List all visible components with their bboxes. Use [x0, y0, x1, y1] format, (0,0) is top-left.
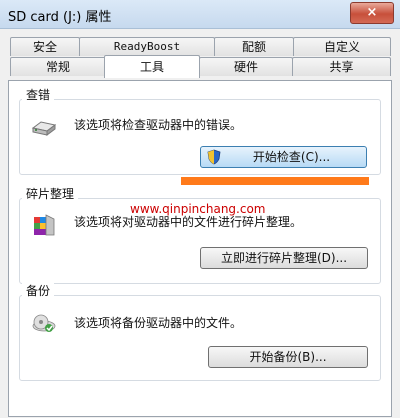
backup-description: 该选项将备份驱动器中的文件。: [74, 316, 243, 330]
watermark-text: www.qinpinchang.com: [130, 202, 266, 216]
group-title-backup: 备份: [22, 282, 55, 299]
close-button[interactable]: ×: [350, 2, 394, 24]
group-title-defragmentation: 碎片整理: [22, 185, 79, 202]
tab-quota[interactable]: 配额: [214, 37, 294, 56]
tab-security[interactable]: 安全: [10, 37, 80, 56]
defrag-icon: [34, 214, 55, 236]
tab-readyboost[interactable]: ReadyBoost: [79, 37, 215, 56]
tab-customize[interactable]: 自定义: [293, 37, 391, 56]
highlight-bar: [181, 177, 369, 185]
group-backup: 备份 该选项将备份驱动器中的文件。 开始备份(B)...: [19, 282, 381, 381]
check-now-label: 开始检查(C)...: [252, 150, 331, 164]
window-title: SD card (J:) 属性: [8, 10, 112, 25]
tab-tools[interactable]: 工具: [104, 55, 200, 78]
defragment-now-button[interactable]: 立即进行碎片整理(D)...: [200, 247, 368, 269]
group-title-error-checking: 查错: [22, 86, 55, 103]
check-now-button[interactable]: 开始检查(C)...: [200, 146, 367, 168]
tab-sharing[interactable]: 共享: [292, 57, 391, 76]
title-bar: SD card (J:) 属性 ×: [0, 0, 400, 29]
uac-shield-icon: [207, 149, 221, 165]
tab-panel-tools: 查错 该选项将检查驱动器中的错误。 开始检查(C)... 碎片整理 该选项将对驱: [8, 80, 392, 417]
error-checking-description: 该选项将检查驱动器中的错误。: [74, 118, 243, 132]
backup-now-button[interactable]: 开始备份(B)...: [208, 346, 368, 368]
tab-hardware[interactable]: 硬件: [199, 57, 293, 76]
tab-general[interactable]: 常规: [10, 57, 106, 76]
group-error-checking: 查错 该选项将检查驱动器中的错误。 开始检查(C)...: [19, 86, 381, 175]
backup-icon: [32, 314, 56, 332]
hard-drive-icon: [31, 121, 57, 136]
